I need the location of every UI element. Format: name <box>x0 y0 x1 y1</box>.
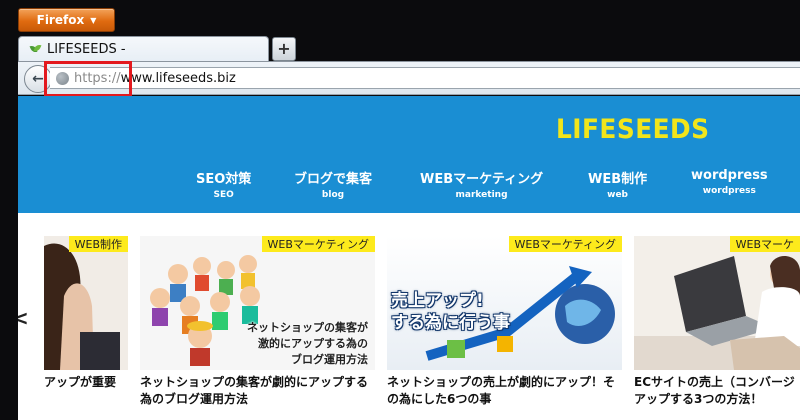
card-caption[interactable]: ECサイトの売上（コンバージ アップする3つの方法！ <box>634 374 800 408</box>
firefox-menu-label: Firefox <box>36 13 85 27</box>
nav-marketing[interactable]: WEBマーケティング marketing <box>420 168 543 200</box>
nav-web-sub: web <box>607 190 628 200</box>
nav-seo[interactable]: SEO対策 SEO <box>196 168 251 200</box>
card-thumbnail <box>44 236 128 370</box>
site-header: LIFESEEDS SEO対策 SEO ブログで集客 blog WEBマーケティ… <box>18 96 800 213</box>
nav-wordpress[interactable]: wordpress wordpress <box>691 168 768 196</box>
card-image-text: ネットショップの集客が 激的にアップする為の ブログ運用方法 <box>218 320 368 368</box>
card-thumbnail <box>634 236 800 370</box>
nav-marketing-sub: marketing <box>455 190 508 200</box>
site-logo[interactable]: LIFESEEDS <box>556 114 709 145</box>
category-badge[interactable]: WEB制作 <box>68 236 128 252</box>
new-tab-button[interactable]: + <box>272 37 296 61</box>
nav-blog-sub: blog <box>321 190 345 200</box>
firefox-menu-button[interactable]: Firefox ▼ <box>18 8 115 32</box>
category-badge[interactable]: WEBマーケ <box>729 236 800 252</box>
card-image-text-line: する為に行う事 <box>391 313 510 333</box>
article-card[interactable]: WEBマーケティング ネットショップの集客が 激的にアップする為の ブログ運用方… <box>140 236 375 370</box>
slider-prev-button[interactable]: < <box>18 306 29 330</box>
card-image-text-line: ブログ運用方法 <box>291 353 368 366</box>
nav-wordpress-label: wordpress <box>691 168 768 183</box>
card-image-text-line: 激的にアップする為の <box>258 337 368 350</box>
url-bar[interactable]: https://www.lifeseeds.biz <box>50 67 800 89</box>
article-card[interactable]: WEBマーケ <box>634 236 800 370</box>
nav-seo-sub: SEO <box>213 190 234 200</box>
card-caption[interactable]: ネットショップの集客が劇的にアップする為のブログ運用方法 <box>140 374 375 408</box>
card-caption[interactable]: ネットショップの売上が劇的にアップ！その為にした6つの事 <box>387 374 622 408</box>
card-image-text-line: 売上アップ! <box>391 291 484 311</box>
url-host: www.lifeseeds.biz <box>120 70 236 86</box>
article-card[interactable]: WEB制作 <box>44 236 128 370</box>
card-caption[interactable]: アップが重要 <box>44 374 128 391</box>
article-card[interactable]: WEBマーケティング 売上アップ! する為に行う事 <box>387 236 622 370</box>
page-content: LIFESEEDS SEO対策 SEO ブログで集客 blog WEBマーケティ… <box>18 96 800 420</box>
category-badge[interactable]: WEBマーケティング <box>261 236 375 252</box>
nav-blog-label: ブログで集客 <box>294 172 373 187</box>
nav-seo-label: SEO対策 <box>196 172 252 187</box>
nav-web-label: WEB制作 <box>588 172 648 187</box>
nav-marketing-label: WEBマーケティング <box>420 172 544 187</box>
tab-title: LIFESEEDS - <box>47 42 126 57</box>
nav-wordpress-sub: wordpress <box>702 186 756 196</box>
back-arrow-icon: ← <box>32 71 44 87</box>
category-badge[interactable]: WEBマーケティング <box>508 236 622 252</box>
navigation-toolbar: ← https://www.lifeseeds.biz <box>18 61 800 95</box>
nav-web[interactable]: WEB制作 web <box>588 168 647 200</box>
card-image-text: 売上アップ! する為に行う事 <box>391 290 531 334</box>
nav-blog[interactable]: ブログで集客 blog <box>294 168 372 200</box>
chevron-down-icon: ▼ <box>90 15 97 25</box>
sprout-favicon-icon <box>29 44 41 56</box>
card-image-text-line: ネットショップの集客が <box>247 321 368 334</box>
browser-tab[interactable]: LIFESEEDS - <box>18 36 269 62</box>
highlight-box <box>44 61 132 97</box>
